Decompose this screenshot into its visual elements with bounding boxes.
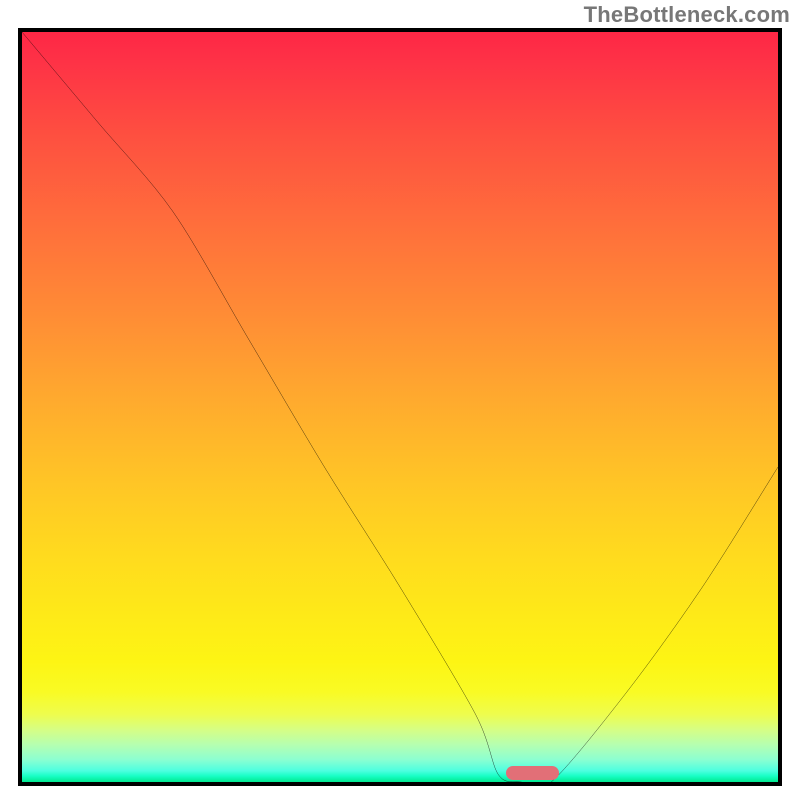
bottleneck-curve bbox=[22, 32, 778, 782]
chart-wrapper: TheBottleneck.com bbox=[0, 0, 800, 800]
optimal-range-marker bbox=[506, 766, 559, 780]
attribution-text: TheBottleneck.com bbox=[584, 2, 790, 28]
plot-area bbox=[18, 28, 782, 786]
